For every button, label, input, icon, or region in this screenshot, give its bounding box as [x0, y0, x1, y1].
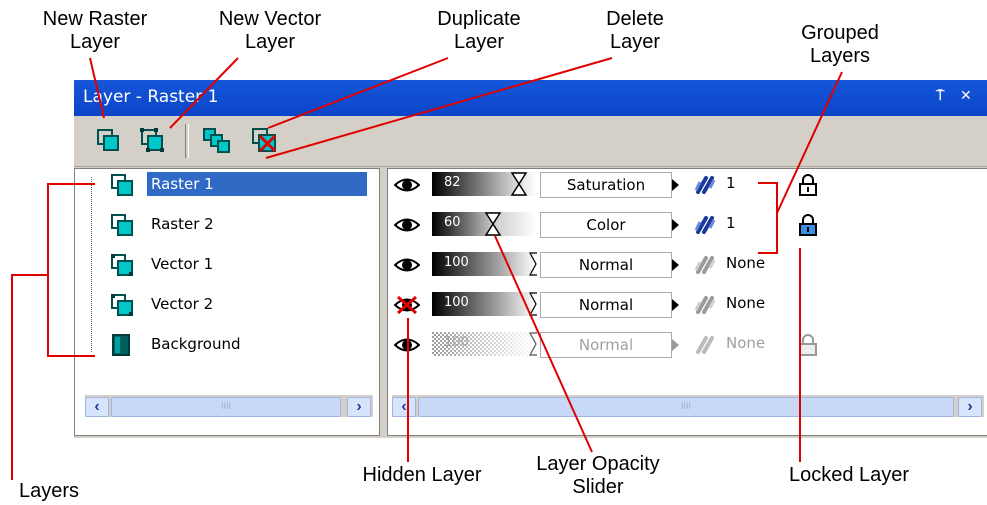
callout-lines [11, 57, 843, 480]
